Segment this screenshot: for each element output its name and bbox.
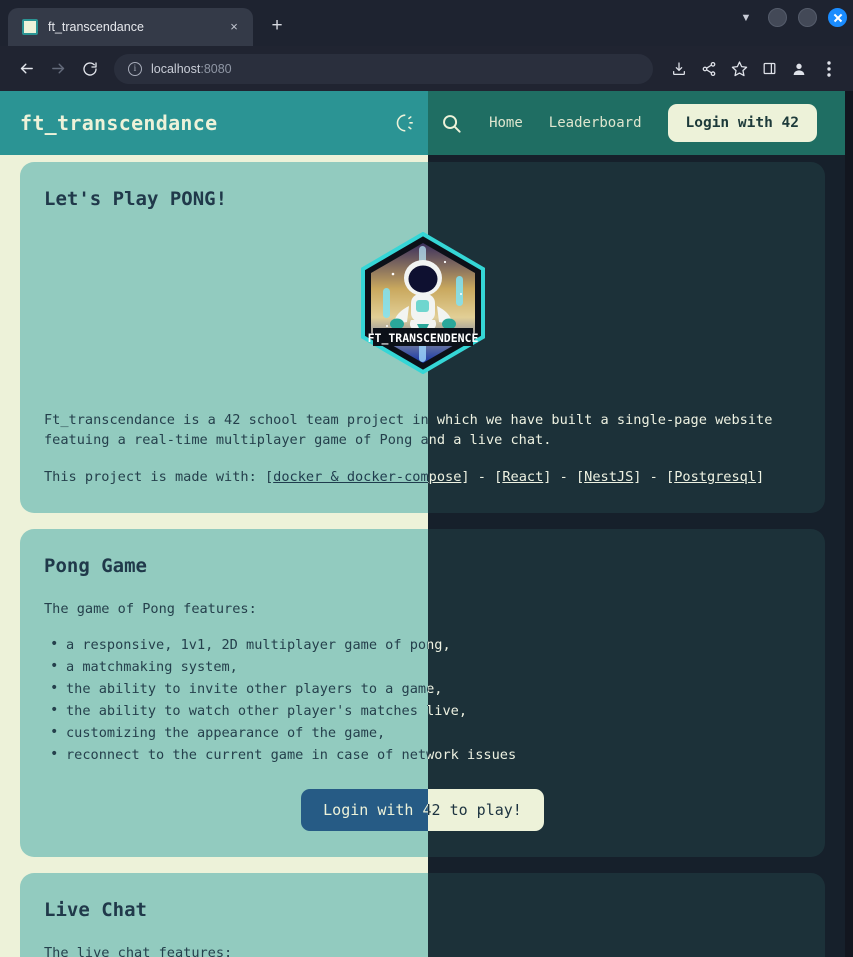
live-chat-card: Live Chat The live chat features: creati… <box>20 873 825 957</box>
page-viewport: ft_transcendance Home Leaderboard Login … <box>0 91 845 957</box>
site-info-icon[interactable]: i <box>128 61 142 76</box>
tab-close-icon[interactable]: × <box>225 18 243 36</box>
pong-section-title: Pong Game <box>44 555 147 577</box>
site-brand[interactable]: ft_transcendance <box>20 111 217 135</box>
hero-title: Let's Play PONG! <box>44 188 228 210</box>
tech-link-docker[interactable]: docker & docker-compose <box>273 469 461 485</box>
tech-link-postgresql[interactable]: Postgresql <box>674 469 756 485</box>
menu-kebab-icon[interactable] <box>815 55 843 83</box>
tech-link-nestjs[interactable]: NestJS <box>584 469 633 485</box>
profile-icon[interactable] <box>785 55 813 83</box>
hero-tech-line: This project is made with: [docker & doc… <box>44 469 765 485</box>
bookmark-star-icon[interactable] <box>725 55 753 83</box>
new-tab-button[interactable]: + <box>263 13 291 41</box>
ft-transcendence-hex-badge-icon: FT_TRANSCENDENCE <box>360 232 485 374</box>
list-item: the ability to watch other player's matc… <box>44 700 801 721</box>
toolbar-actions <box>665 55 843 83</box>
hero-logo-wrap: FT_TRANSCENDENCE <box>44 232 801 374</box>
window-controls: ▼ <box>735 8 847 27</box>
pong-intro: The game of Pong features: <box>44 601 257 617</box>
address-bar-url: localhost:8080 <box>151 62 232 76</box>
list-item: customizing the appearance of the game, <box>44 722 801 743</box>
address-bar[interactable]: i localhost:8080 <box>114 53 653 84</box>
url-host: localhost <box>151 61 201 76</box>
list-item: reconnect to the current game in case of… <box>44 744 801 765</box>
reload-icon[interactable] <box>76 55 104 83</box>
site-navbar: ft_transcendance Home Leaderboard Login … <box>0 91 845 155</box>
navbar-actions: Home Leaderboard Login with 42 <box>392 104 817 142</box>
hero-card: Let's Play PONG! FT_TRANSCENDENCE Ft_tra… <box>20 162 825 513</box>
list-item: a responsive, 1v1, 2D multiplayer game o… <box>44 634 801 655</box>
install-app-icon[interactable] <box>665 55 693 83</box>
tab-title: ft_transcendance <box>48 20 144 34</box>
browser-toolbar: i localhost:8080 <box>0 46 853 91</box>
list-item: the ability to invite other players to a… <box>44 678 801 699</box>
url-port: :8080 <box>200 61 232 76</box>
tech-link-react[interactable]: React <box>502 469 543 485</box>
list-item: a matchmaking system, <box>44 656 801 677</box>
tab-strip: ft_transcendance × + ▼ <box>0 0 853 46</box>
page-content: Let's Play PONG! FT_TRANSCENDENCE Ft_tra… <box>0 155 845 957</box>
window-close-button[interactable] <box>828 8 847 27</box>
search-icon[interactable] <box>440 112 463 135</box>
hero-paragraph: Ft_transcendance is a 42 school team pro… <box>44 412 773 448</box>
badge-caption: FT_TRANSCENDENCE <box>367 331 478 346</box>
pong-game-card: Pong Game The game of Pong features: a r… <box>20 529 825 857</box>
browser-window: ft_transcendance × + ▼ i localhost:8080 <box>0 0 853 957</box>
chat-section-title: Live Chat <box>44 899 147 921</box>
window-minimize-button[interactable] <box>768 8 787 27</box>
share-icon[interactable] <box>695 55 723 83</box>
side-panel-icon[interactable] <box>755 55 783 83</box>
chevron-down-icon[interactable]: ▼ <box>735 12 757 24</box>
moon-dark-mode-icon[interactable] <box>392 112 414 134</box>
browser-tab[interactable]: ft_transcendance × <box>8 8 253 46</box>
window-right-edge <box>845 91 853 957</box>
nav-link-home[interactable]: Home <box>489 115 523 131</box>
login-to-play-button[interactable]: Login with 42 to play! <box>301 789 544 831</box>
forward-icon[interactable] <box>44 55 72 83</box>
chat-intro: The live chat features: <box>44 945 233 957</box>
page-favicon-icon <box>22 19 38 35</box>
page-light-theme-layer: ft_transcendance Home Leaderboard Login … <box>0 91 845 957</box>
navbar-login-button[interactable]: Login with 42 <box>667 104 817 142</box>
pong-cta-wrap: Login with 42 to play! <box>44 789 801 831</box>
pong-feature-list: a responsive, 1v1, 2D multiplayer game o… <box>44 634 801 765</box>
window-maximize-button[interactable] <box>798 8 817 27</box>
back-icon[interactable] <box>12 55 40 83</box>
nav-link-leaderboard[interactable]: Leaderboard <box>549 115 642 131</box>
